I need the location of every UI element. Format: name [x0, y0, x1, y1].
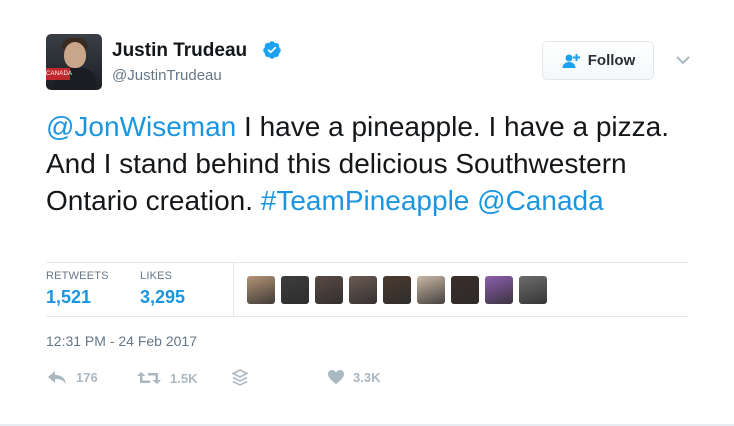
tweet-timestamp[interactable]: 12:31 PM - 24 Feb 2017 [46, 333, 197, 349]
retweet-count: 1.5K [170, 370, 198, 386]
chevron-down-icon[interactable] [674, 54, 692, 66]
like-count: 3.3K [353, 369, 381, 385]
tweet-text: @JonWiseman I have a pineapple. I have a… [46, 108, 706, 219]
stack-icon [232, 369, 248, 386]
liker-avatar[interactable] [417, 276, 445, 304]
avatar-face [64, 42, 86, 68]
stats-separator [233, 262, 234, 316]
mention-link-canada[interactable]: @Canada [477, 185, 604, 216]
retweet-icon [137, 372, 161, 384]
liker-avatar[interactable] [485, 276, 513, 304]
reply-icon [48, 371, 66, 384]
verified-badge-icon [263, 41, 281, 59]
likes-label: LIKES [140, 270, 173, 282]
liker-avatars [247, 276, 547, 304]
like-button[interactable]: 3.3K [327, 369, 380, 385]
stack-button[interactable] [232, 369, 248, 387]
add-user-icon [562, 53, 580, 68]
stats-bottom-divider [46, 316, 688, 317]
follow-label: Follow [587, 52, 636, 69]
retweets-label: RETWEETS [46, 270, 109, 282]
liker-avatar[interactable] [383, 276, 411, 304]
author-avatar[interactable]: CANADA [46, 34, 102, 90]
likes-count[interactable]: 3,295 [140, 287, 185, 308]
avatar-sign: CANADA [46, 68, 72, 80]
follow-button[interactable]: Follow [542, 41, 654, 80]
heart-icon [328, 370, 344, 384]
reply-button[interactable]: 176 [46, 369, 98, 385]
mention-link[interactable]: @JonWiseman [46, 111, 236, 142]
stats-top-divider [46, 262, 688, 263]
liker-avatar[interactable] [451, 276, 479, 304]
author-name[interactable]: Justin Trudeau [112, 40, 247, 62]
retweets-count[interactable]: 1,521 [46, 287, 91, 308]
reply-count: 176 [76, 369, 98, 385]
liker-avatar[interactable] [349, 276, 377, 304]
author-handle[interactable]: @JustinTrudeau [112, 67, 222, 84]
liker-avatar[interactable] [247, 276, 275, 304]
liker-avatar[interactable] [281, 276, 309, 304]
liker-avatar[interactable] [315, 276, 343, 304]
hashtag-link[interactable]: #TeamPineapple [261, 185, 470, 216]
liker-avatar[interactable] [519, 276, 547, 304]
retweet-button[interactable]: 1.5K [136, 369, 197, 387]
